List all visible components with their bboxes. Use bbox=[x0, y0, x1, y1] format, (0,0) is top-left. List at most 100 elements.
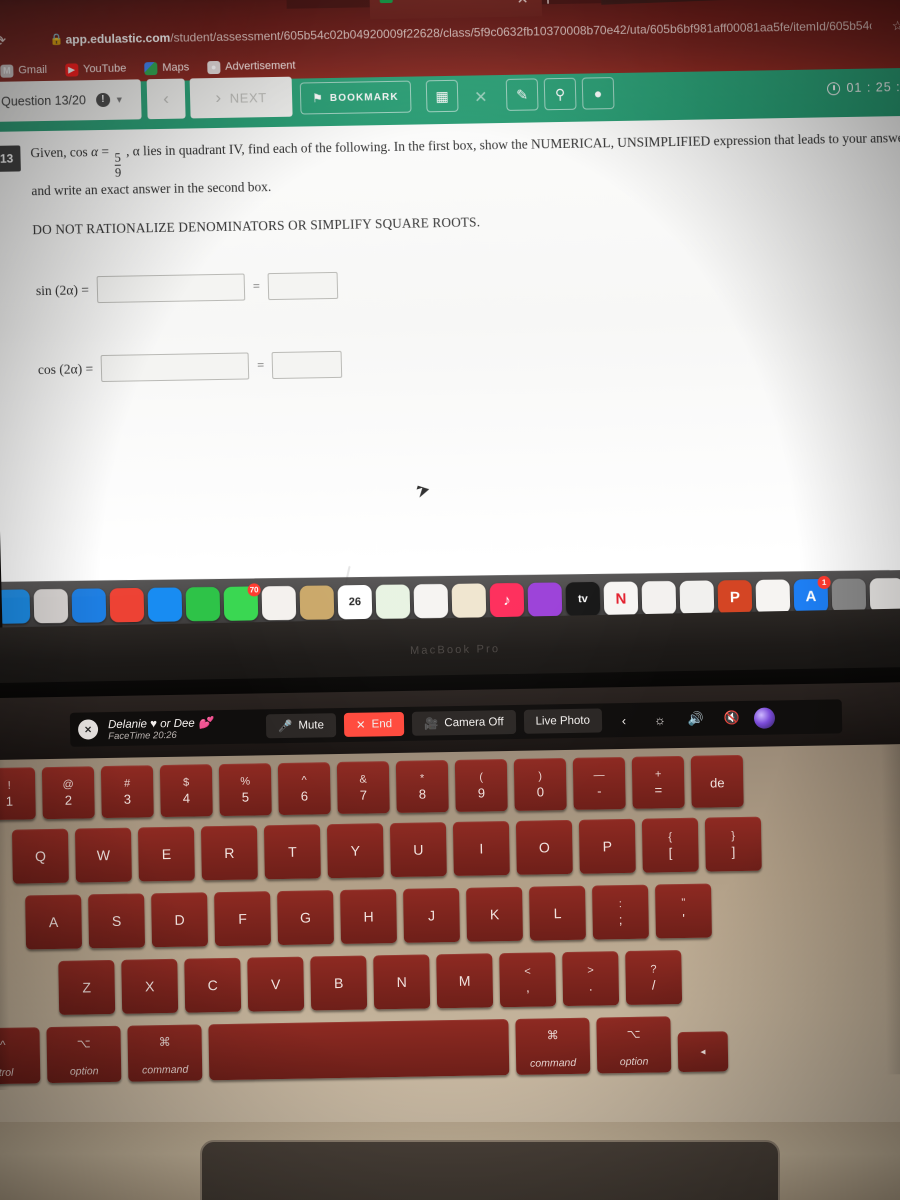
chrome-icon[interactable] bbox=[109, 587, 145, 623]
key-l[interactable]: L bbox=[529, 885, 586, 941]
sin-expression-input[interactable] bbox=[96, 273, 246, 304]
bookmark-star-icon[interactable]: ☆ bbox=[892, 18, 900, 34]
messages-icon[interactable]: 70 bbox=[223, 583, 261, 621]
trackpad[interactable] bbox=[200, 1140, 780, 1200]
key-q[interactable]: Q bbox=[11, 828, 69, 884]
key-/[interactable]: ? / bbox=[625, 950, 683, 1006]
next-question-button[interactable]: › NEXT bbox=[189, 76, 293, 119]
new-tab-button[interactable]: + bbox=[542, 0, 553, 10]
photos-icon[interactable] bbox=[261, 585, 297, 621]
key-c[interactable]: C bbox=[184, 957, 242, 1013]
chevron-left-icon[interactable]: ‹ bbox=[610, 708, 638, 732]
question-counter-pill[interactable]: Question 13/20 ! ▼ bbox=[0, 79, 142, 122]
bookmark-youtube[interactable]: ▶ YouTube bbox=[64, 62, 127, 77]
close-tools-button[interactable]: ✕ bbox=[474, 87, 488, 107]
key-p[interactable]: P bbox=[578, 818, 636, 874]
volume-up-icon[interactable]: 🔊 bbox=[682, 707, 710, 731]
numbers-icon[interactable] bbox=[641, 580, 677, 616]
reload-icon[interactable]: ⟳ bbox=[0, 32, 6, 50]
key-a[interactable]: A bbox=[25, 894, 83, 950]
key-k[interactable]: K bbox=[466, 886, 523, 942]
key-0[interactable]: ) 0 bbox=[513, 758, 567, 811]
keynote-icon[interactable] bbox=[679, 580, 715, 615]
info-icon[interactable]: ! bbox=[95, 92, 111, 108]
brightness-icon[interactable]: ☼ bbox=[646, 707, 674, 731]
close-icon[interactable]: ✕ bbox=[516, 0, 528, 8]
facetime-icon[interactable] bbox=[185, 586, 221, 622]
notes-icon[interactable] bbox=[299, 585, 335, 620]
appletv-icon[interactable]: tv bbox=[565, 581, 601, 617]
key-command[interactable]: ⌘ command bbox=[515, 1017, 591, 1075]
calculator-button[interactable]: ▦ bbox=[425, 79, 459, 113]
key-t[interactable]: T bbox=[263, 824, 321, 880]
mail-icon[interactable] bbox=[147, 587, 183, 622]
key-9[interactable]: (9 bbox=[454, 759, 508, 812]
camera-off-button[interactable]: 🎥 Camera Off bbox=[411, 709, 516, 736]
bookmark-advertisement[interactable]: ● Advertisement bbox=[207, 59, 296, 74]
key-.[interactable]: >. bbox=[562, 951, 620, 1007]
key-m[interactable]: M bbox=[436, 953, 494, 1009]
key-v[interactable]: V bbox=[247, 956, 305, 1012]
magnify-button[interactable]: ⚲ bbox=[543, 77, 577, 111]
siri-icon[interactable] bbox=[753, 706, 776, 729]
prev-question-button[interactable]: ‹ bbox=[146, 78, 186, 120]
key-w[interactable]: W bbox=[74, 827, 132, 883]
escape-button[interactable]: × bbox=[77, 719, 99, 740]
key-option[interactable]: ⌥ option bbox=[596, 1016, 672, 1074]
key-command[interactable]: ⌘ command bbox=[127, 1024, 203, 1082]
key-d[interactable]: D bbox=[151, 892, 209, 948]
key-5[interactable]: % 5 bbox=[218, 763, 272, 817]
key-x[interactable]: X bbox=[121, 958, 179, 1014]
key-2[interactable]: @2 bbox=[41, 766, 95, 820]
cos-expression-input[interactable] bbox=[100, 352, 250, 383]
key-g[interactable]: G bbox=[277, 890, 335, 946]
key-f[interactable]: F bbox=[214, 891, 272, 947]
key-r[interactable]: R bbox=[200, 825, 258, 881]
news-icon[interactable]: N bbox=[603, 581, 639, 616]
finder-icon[interactable] bbox=[0, 589, 31, 624]
key-,[interactable]: <, bbox=[499, 952, 557, 1008]
powerpoint-icon[interactable]: P bbox=[717, 579, 753, 615]
key-7[interactable]: & 7 bbox=[336, 761, 390, 815]
contacts-icon[interactable] bbox=[451, 583, 487, 618]
key-][interactable]: }] bbox=[704, 816, 762, 872]
key-option[interactable]: ⌥ option bbox=[46, 1025, 122, 1084]
key-3[interactable]: #3 bbox=[100, 765, 154, 819]
music-icon[interactable]: ♪ bbox=[489, 582, 525, 618]
bookmark-maps[interactable]: Maps bbox=[144, 61, 189, 75]
pages-icon[interactable] bbox=[755, 579, 791, 614]
key-o[interactable]: O bbox=[515, 819, 573, 875]
end-call-button[interactable]: ✕ End bbox=[343, 711, 405, 737]
mask-button[interactable]: ● bbox=[581, 77, 615, 110]
bookmark-gmail[interactable]: M Gmail bbox=[0, 63, 47, 78]
key-i[interactable]: I bbox=[452, 821, 510, 876]
chevron-down-icon[interactable]: ▼ bbox=[115, 95, 124, 105]
key-[[interactable]: {[ bbox=[641, 817, 699, 873]
key-6[interactable]: ^ 6 bbox=[277, 762, 331, 816]
key-;[interactable]: :; bbox=[592, 884, 649, 940]
safari-icon[interactable] bbox=[71, 588, 107, 623]
key-4[interactable]: $4 bbox=[159, 764, 213, 818]
key-u[interactable]: U bbox=[389, 822, 447, 878]
scratchpad-button[interactable]: ✎ bbox=[505, 78, 539, 111]
key-'[interactable]: " ' bbox=[655, 883, 712, 939]
reminders-icon[interactable] bbox=[413, 583, 449, 619]
key-e[interactable]: E bbox=[137, 826, 195, 882]
bookmark-button[interactable]: ⚑ BOOKMARK bbox=[299, 80, 412, 115]
key-de[interactable]: de bbox=[690, 754, 744, 808]
volume-mute-icon[interactable]: 🔇 bbox=[718, 706, 746, 730]
key-n[interactable]: N bbox=[373, 954, 431, 1010]
live-photo-button[interactable]: Live Photo bbox=[523, 708, 603, 734]
cos-exact-answer-input[interactable] bbox=[271, 350, 343, 380]
roblox-icon[interactable] bbox=[869, 577, 900, 613]
key--[interactable]: — - bbox=[572, 756, 626, 810]
key-j[interactable]: J bbox=[403, 887, 460, 943]
sin-exact-answer-input[interactable] bbox=[267, 271, 339, 301]
calendar-icon[interactable]: 26 bbox=[337, 584, 373, 620]
key-s[interactable]: S bbox=[88, 893, 146, 949]
launchpad-icon[interactable] bbox=[33, 588, 69, 624]
key-y[interactable]: Y bbox=[326, 823, 384, 879]
key-z[interactable]: Z bbox=[58, 959, 116, 1015]
key-space[interactable] bbox=[208, 1019, 510, 1081]
key-8[interactable]: * 8 bbox=[395, 760, 449, 813]
